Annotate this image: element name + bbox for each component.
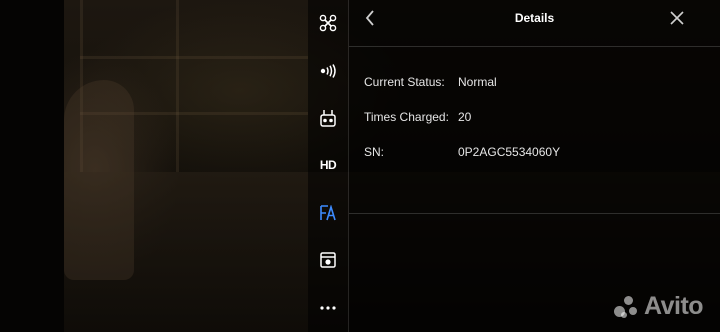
details-panel: Details Current Status: Normal Times Cha… bbox=[349, 0, 720, 332]
panel-header: Details bbox=[349, 0, 720, 46]
status-row: Current Status: Normal bbox=[364, 75, 704, 91]
avito-watermark: Avito bbox=[612, 290, 712, 324]
times-charged-label: Times Charged: bbox=[364, 110, 449, 124]
times-charged-row: Times Charged: 20 bbox=[364, 110, 704, 126]
remote-controller-icon bbox=[320, 110, 336, 127]
header-divider bbox=[349, 46, 720, 47]
shelf-board bbox=[80, 56, 308, 59]
hd-button[interactable]: HD bbox=[308, 150, 348, 180]
watermark-text: Avito bbox=[644, 292, 704, 320]
signal-icon bbox=[320, 64, 336, 78]
left-dark-edge bbox=[0, 0, 64, 332]
shelf-post bbox=[176, 0, 179, 172]
aircraft-button[interactable] bbox=[308, 8, 348, 38]
camera-settings-icon bbox=[320, 252, 336, 268]
signal-button[interactable] bbox=[308, 56, 348, 86]
close-button[interactable] bbox=[665, 6, 689, 30]
serial-number-value: 0P2AGC5534060Y bbox=[458, 145, 561, 159]
blurred-chair bbox=[64, 80, 134, 280]
remote-controller-button[interactable] bbox=[308, 103, 348, 133]
more-icon bbox=[320, 306, 336, 310]
more-button[interactable] bbox=[308, 293, 348, 323]
section-divider bbox=[349, 213, 720, 214]
close-icon bbox=[670, 11, 684, 25]
camera-settings-button[interactable] bbox=[308, 245, 348, 275]
avito-logo-icon bbox=[612, 294, 642, 320]
serial-number-label: SN: bbox=[364, 145, 385, 159]
times-charged-value: 20 bbox=[458, 110, 472, 124]
aircraft-icon bbox=[319, 14, 337, 32]
battery-button[interactable] bbox=[308, 198, 348, 228]
battery-icon bbox=[320, 205, 336, 221]
hd-icon: HD bbox=[319, 158, 337, 172]
status-label: Current Status: bbox=[364, 75, 445, 89]
serial-number-row: SN: 0P2AGC5534060Y bbox=[364, 145, 704, 161]
side-toolbar: HD bbox=[308, 0, 349, 332]
status-value: Normal bbox=[458, 75, 497, 89]
